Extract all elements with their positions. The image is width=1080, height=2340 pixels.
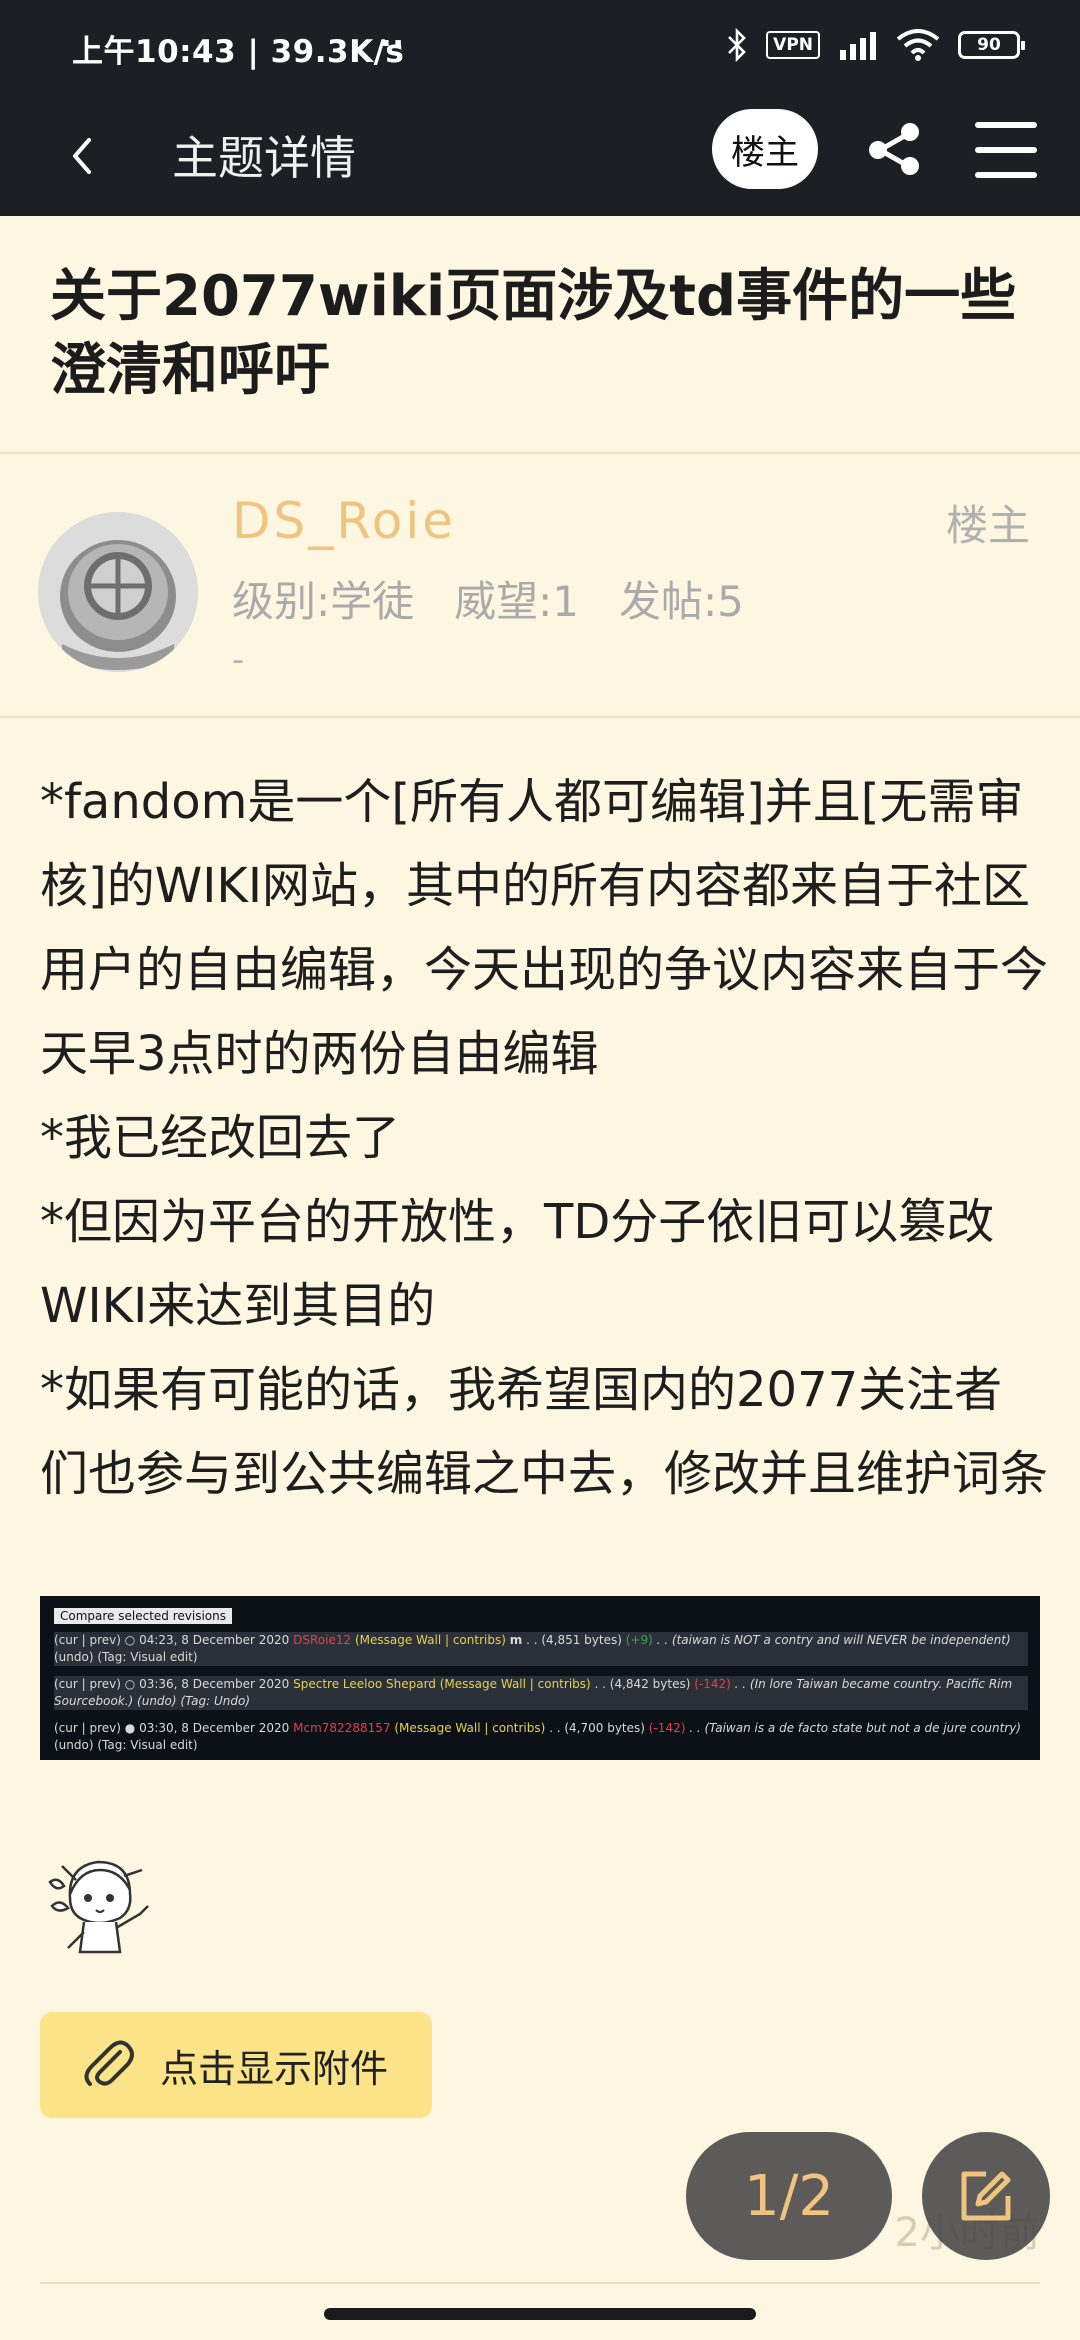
chevron-left-icon bbox=[73, 138, 91, 174]
user-level: 级别:学徒 bbox=[232, 577, 415, 626]
status-dots: ·· bbox=[380, 26, 405, 62]
show-attachment-button[interactable]: 点击显示附件 bbox=[40, 2012, 432, 2118]
wifi-icon bbox=[896, 29, 940, 61]
revision-row: (cur | prev) ○ 04:23, 8 December 2020 DS… bbox=[54, 1632, 1028, 1666]
divider bbox=[40, 2282, 1040, 2284]
only-op-button[interactable]: 楼主 bbox=[712, 109, 818, 189]
page-title: 主题详情 bbox=[172, 131, 356, 185]
post-paragraph: *如果有可能的话，我希望国内的2077关注者们也参与到公共编辑之中去，修改并且维… bbox=[40, 1362, 1049, 1502]
menu-icon bbox=[975, 122, 1037, 128]
app-bar: 主题详情 楼主 bbox=[0, 96, 1080, 216]
user-prestige: 威望:1 bbox=[454, 577, 580, 626]
edit-icon bbox=[961, 2171, 1011, 2221]
bluetooth-icon bbox=[728, 28, 746, 62]
revision-row: (cur | prev) ○ 03:36, 8 December 2020 Sp… bbox=[54, 1676, 1028, 1710]
compare-revisions-button: Compare selected revisions bbox=[54, 1608, 232, 1624]
diving-helmet-avatar-icon bbox=[38, 512, 198, 672]
op-label: 楼主 bbox=[945, 501, 1030, 550]
status-time-speed: 上午10:43 | 39.3K/s bbox=[72, 34, 405, 70]
user-posts: 发帖:5 bbox=[619, 577, 744, 626]
user-meta: 级别:学徒 威望:1 发帖:5 bbox=[232, 568, 744, 629]
user-signature: - bbox=[232, 640, 245, 680]
avatar[interactable] bbox=[38, 512, 198, 672]
home-indicator[interactable] bbox=[324, 2308, 756, 2320]
anime-girl-sticker-icon bbox=[48, 1860, 149, 1954]
post-paragraph: *fandom是一个[所有人都可编辑]并且[无需审核]的WIKI网站，其中的所有… bbox=[40, 774, 1049, 1082]
post-paragraph: *我已经改回去了 bbox=[40, 1110, 401, 1166]
reply-button[interactable] bbox=[922, 2132, 1050, 2260]
post-paragraph: *但因为平台的开放性，TD分子依旧可以篡改WIKI来达到其目的 bbox=[40, 1194, 995, 1334]
revision-row: (cur | prev) ● 03:30, 8 December 2020 Mc… bbox=[54, 1721, 1021, 1752]
status-bar: 上午10:43 | 39.3K/s ·· VPN 90 bbox=[0, 0, 1080, 96]
back-button[interactable] bbox=[52, 116, 112, 196]
share-icon bbox=[869, 123, 919, 175]
page-indicator-button[interactable]: 1/2 bbox=[686, 2132, 892, 2260]
paperclip-icon bbox=[84, 2040, 134, 2086]
vpn-icon: VPN bbox=[766, 31, 820, 59]
show-attachment-label: 点击显示附件 bbox=[160, 2046, 389, 2091]
revision-history-image[interactable]: Compare selected revisions (cur | prev) … bbox=[40, 1596, 1040, 1760]
divider bbox=[0, 716, 1080, 718]
battery-icon: 90 bbox=[958, 31, 1025, 59]
sticker-image bbox=[40, 1848, 164, 1968]
menu-button[interactable] bbox=[975, 122, 1037, 178]
share-button[interactable] bbox=[862, 116, 926, 180]
username[interactable]: DS_Roie bbox=[232, 492, 456, 550]
status-icons: VPN 90 bbox=[726, 28, 1025, 62]
topic-title: 关于2077wiki页面涉及td事件的一些澄清和呼吁 bbox=[50, 264, 1017, 403]
signal-icon bbox=[840, 32, 876, 60]
divider bbox=[0, 452, 1080, 454]
post-content: *fandom是一个[所有人都可编辑]并且[无需审核]的WIKI网站，其中的所有… bbox=[40, 760, 1050, 1516]
